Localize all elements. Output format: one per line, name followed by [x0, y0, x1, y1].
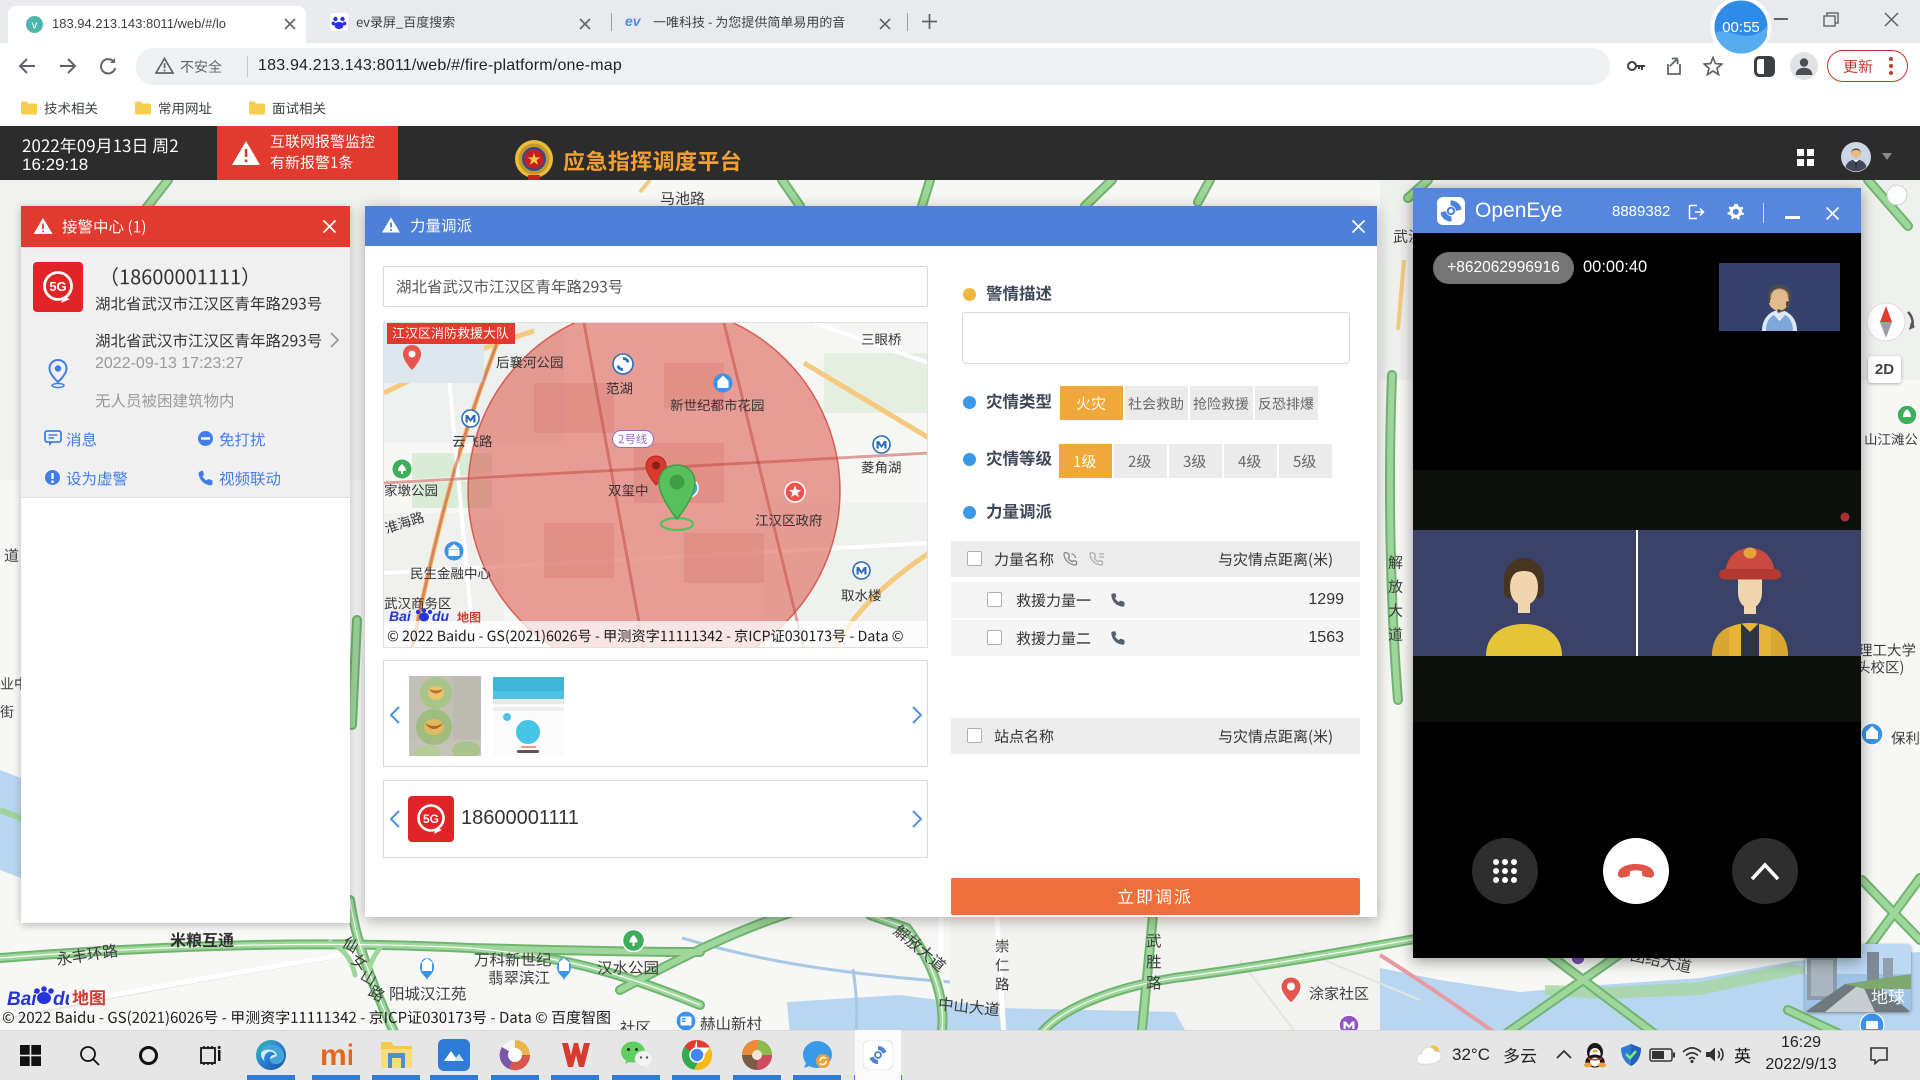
svg-text:00:55: 00:55 — [1722, 19, 1760, 36]
svg-text:mi: mi — [320, 1039, 352, 1071]
svg-text:du: du — [432, 608, 450, 624]
svg-text:5G: 5G — [423, 812, 439, 826]
svg-text:Bai: Bai — [389, 608, 412, 624]
svg-text:v: v — [32, 20, 38, 32]
svg-text:5G: 5G — [49, 279, 66, 294]
